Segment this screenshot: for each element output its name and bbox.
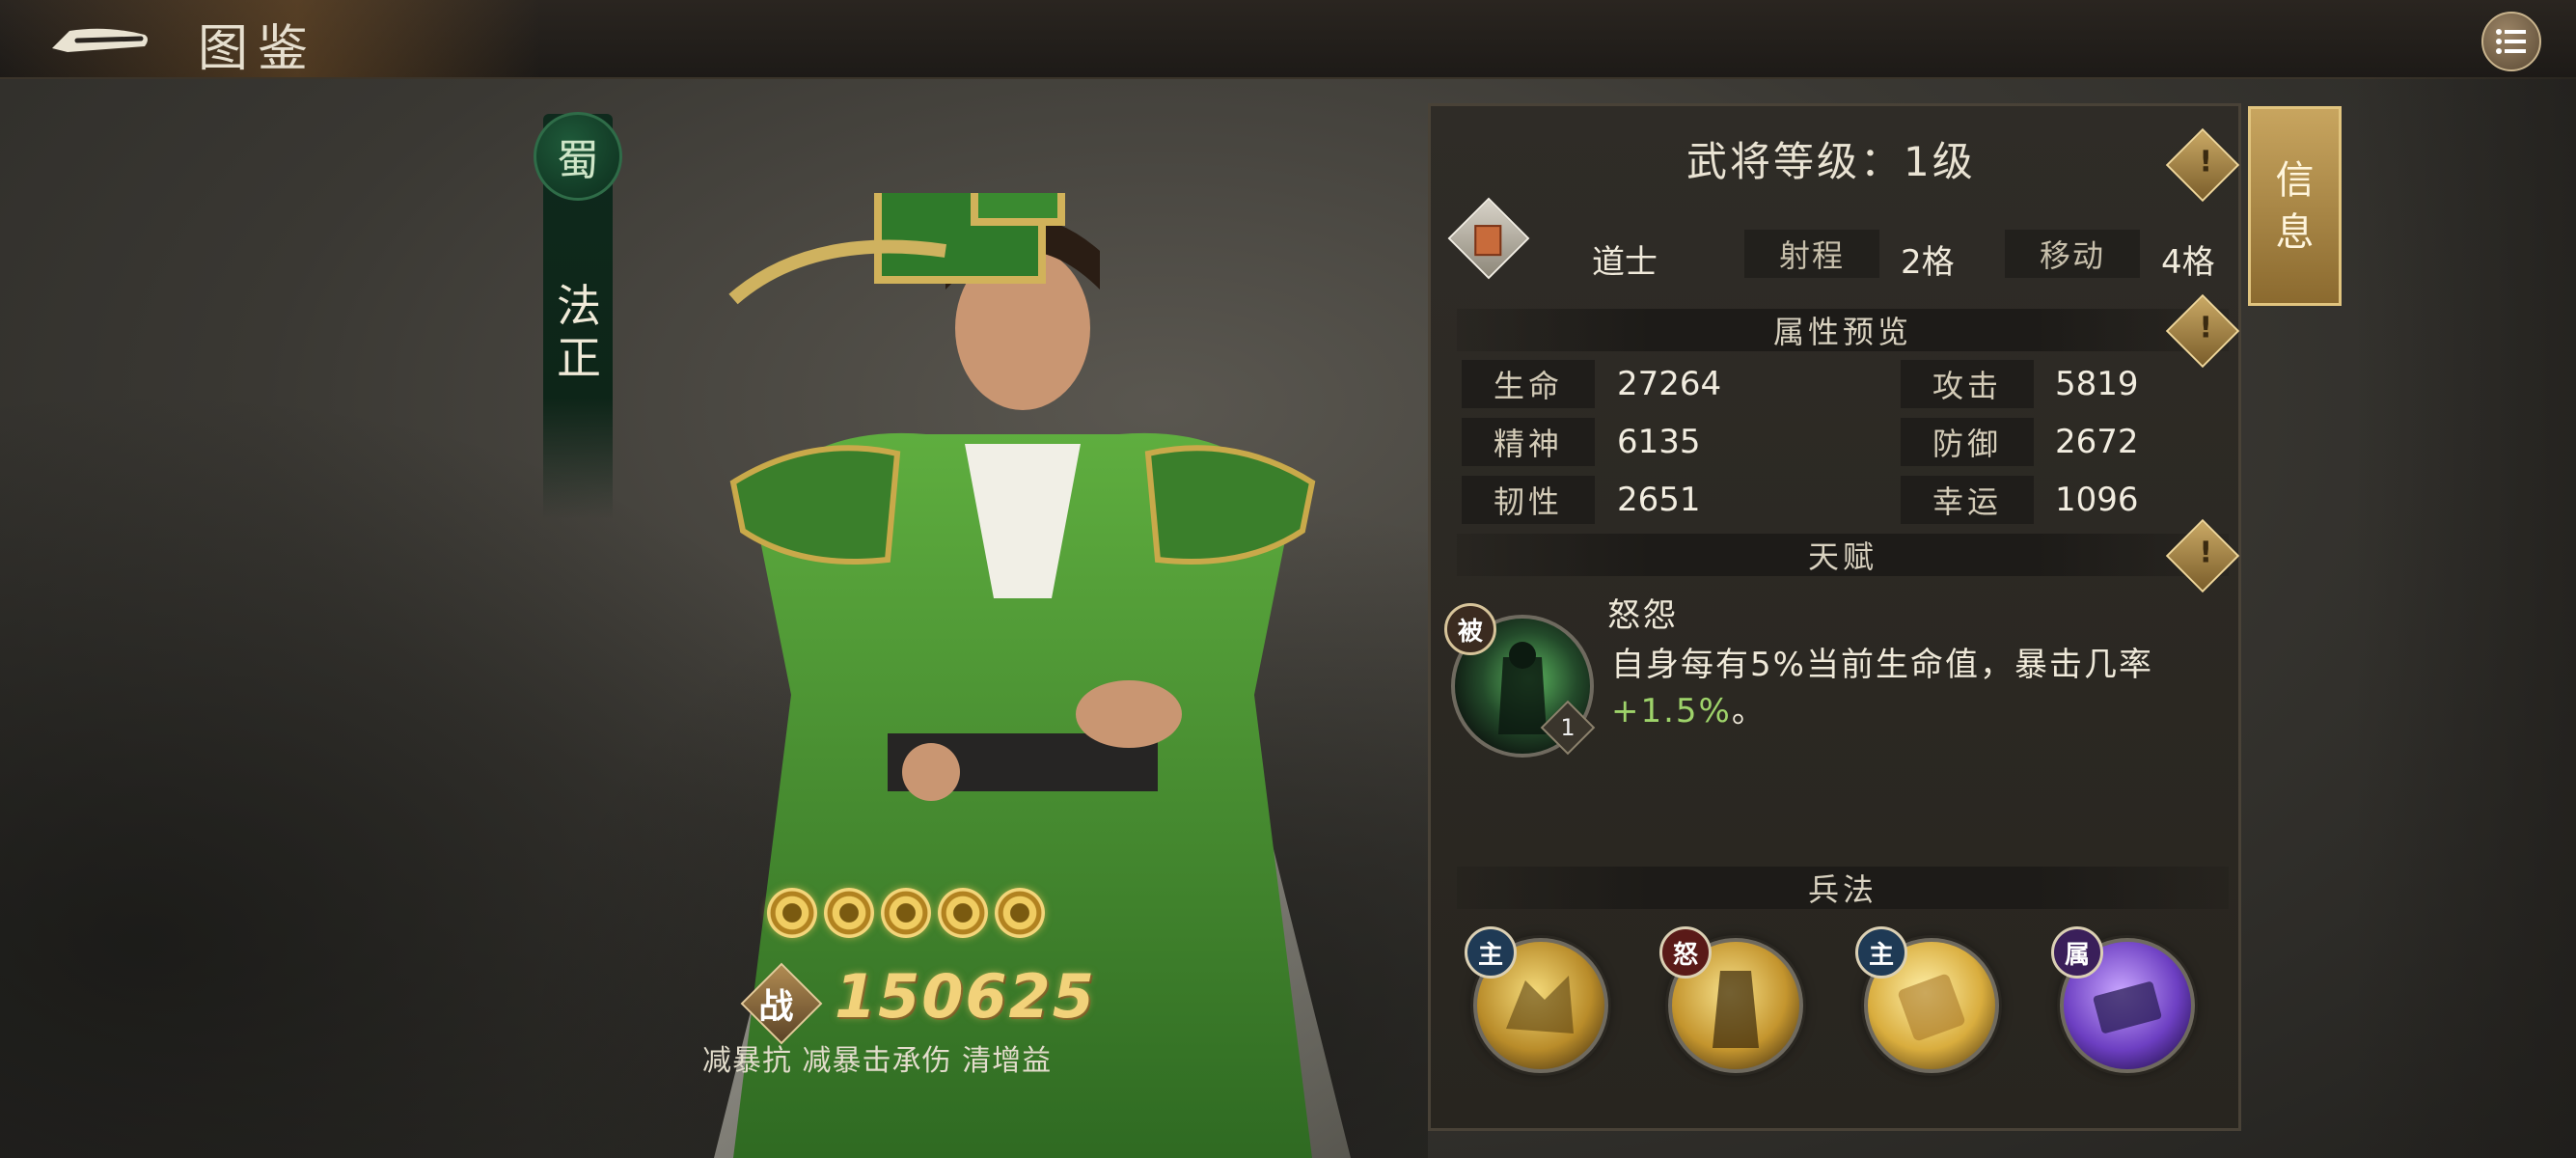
class-name: 道士 bbox=[1592, 243, 1658, 282]
talent-desc-main: 自身每有5%当前生命值，暴击几率 bbox=[1611, 646, 2153, 684]
exclamation-icon: ! bbox=[2199, 145, 2213, 179]
stat-label-attack: 攻击 bbox=[1901, 360, 2034, 408]
combat-power-value: 150625 bbox=[835, 961, 1096, 1032]
talent-type-badge: 被 bbox=[1444, 603, 1496, 655]
back-button[interactable] bbox=[48, 17, 154, 60]
stat-value-spirit: 6135 bbox=[1617, 423, 1701, 461]
skills-header: 兵法 bbox=[1457, 867, 2229, 909]
exclamation-icon: ! bbox=[2199, 311, 2213, 345]
star-icon bbox=[824, 888, 874, 938]
stat-label-toughness: 韧性 bbox=[1462, 476, 1595, 524]
stat-value-hp: 27264 bbox=[1617, 365, 1722, 403]
top-bar: 图鉴 bbox=[0, 0, 2576, 79]
stat-label-defense: 防御 bbox=[1901, 418, 2034, 466]
skill-type-badge: 怒 bbox=[1659, 926, 1712, 979]
tab-info[interactable]: 信息 bbox=[2248, 106, 2342, 306]
talent-header: 天赋 bbox=[1457, 534, 2229, 576]
talent-desc-end: 。 bbox=[1731, 692, 1767, 731]
stat-label-spirit: 精神 bbox=[1462, 418, 1595, 466]
range-label: 射程 bbox=[1744, 230, 1879, 278]
talent-desc-bonus: +1.5% bbox=[1611, 692, 1732, 731]
list-menu-icon bbox=[2496, 29, 2526, 54]
stat-value-defense: 2672 bbox=[2055, 423, 2139, 461]
book-icon bbox=[1474, 225, 1502, 257]
move-label: 移动 bbox=[2005, 230, 2140, 278]
menu-button[interactable] bbox=[2481, 12, 2541, 71]
stat-value-toughness: 2651 bbox=[1617, 481, 1701, 519]
star-icon bbox=[881, 888, 931, 938]
skill-type-badge: 属 bbox=[2051, 926, 2103, 979]
star-rating bbox=[767, 888, 1047, 942]
stat-value-attack: 5819 bbox=[2055, 365, 2139, 403]
back-arrow-icon bbox=[52, 28, 148, 52]
background-edge bbox=[2354, 77, 2576, 1158]
attributes-header: 属性预览 bbox=[1457, 309, 2229, 351]
combat-power-glyph: 战 bbox=[758, 987, 794, 1028]
tab-info-label: 信息 bbox=[2275, 157, 2315, 255]
range-value: 2格 bbox=[1901, 243, 1955, 282]
stat-label-hp: 生命 bbox=[1462, 360, 1595, 408]
faction-badge: 蜀 bbox=[534, 112, 622, 201]
skill-type-badge: 主 bbox=[1465, 926, 1517, 979]
star-icon bbox=[938, 888, 988, 938]
hero-name: 法正 bbox=[557, 280, 601, 384]
star-icon bbox=[995, 888, 1045, 938]
star-icon bbox=[767, 888, 817, 938]
stat-label-luck: 幸运 bbox=[1901, 476, 2034, 524]
talent-level: 1 bbox=[1560, 714, 1576, 741]
page-title: 图鉴 bbox=[198, 20, 318, 78]
talent-description: 自身每有5%当前生命值，暴击几率 +1.5%。 bbox=[1611, 642, 2209, 734]
hero-tags: 减暴抗 减暴击承伤 清增益 bbox=[702, 1044, 1053, 1078]
stat-value-luck: 1096 bbox=[2055, 481, 2139, 519]
move-value: 4格 bbox=[2161, 243, 2215, 282]
hero-level: 武将等级：1级 bbox=[1686, 138, 1976, 185]
exclamation-icon: ! bbox=[2199, 536, 2213, 570]
skill-type-badge: 主 bbox=[1855, 926, 1907, 979]
talent-name: 怒怨 bbox=[1607, 596, 1679, 635]
